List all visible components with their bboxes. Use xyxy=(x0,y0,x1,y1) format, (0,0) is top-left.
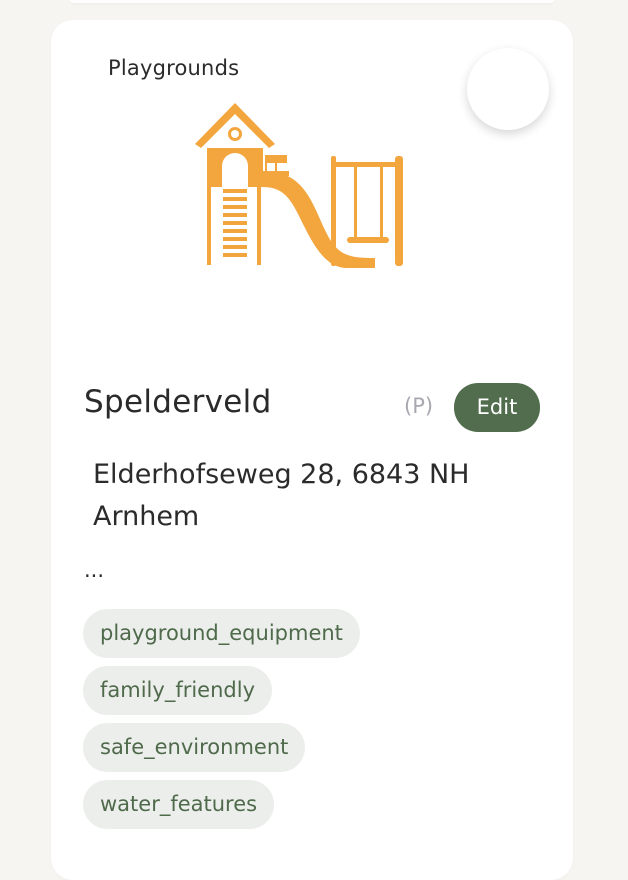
address: Elderhofseweg 28, 6843 NH Arnhem xyxy=(93,454,513,538)
tag-list: playground_equipment family_friendly saf… xyxy=(83,609,360,837)
favorite-button[interactable] xyxy=(467,48,549,130)
address-line-2: Arnhem xyxy=(93,501,200,532)
category-label: Playgrounds xyxy=(108,56,240,80)
place-type-badge: (P) xyxy=(404,394,434,418)
playground-icon xyxy=(195,103,403,268)
tag-chip[interactable]: safe_environment xyxy=(83,723,306,772)
place-title: Spelderveld xyxy=(84,384,272,420)
place-card[interactable]: Playgrounds Spelderveld (P) Edit Elderho… xyxy=(51,20,573,880)
tag-chip[interactable]: playground_equipment xyxy=(83,609,360,658)
address-line-1: Elderhofseweg 28, 6843 NH xyxy=(93,459,470,490)
tag-chip[interactable]: family_friendly xyxy=(83,666,272,715)
previous-card-edge xyxy=(70,0,554,3)
description-truncated: ... xyxy=(84,558,105,582)
tag-chip[interactable]: water_features xyxy=(83,780,275,829)
edit-button[interactable]: Edit xyxy=(454,383,540,432)
